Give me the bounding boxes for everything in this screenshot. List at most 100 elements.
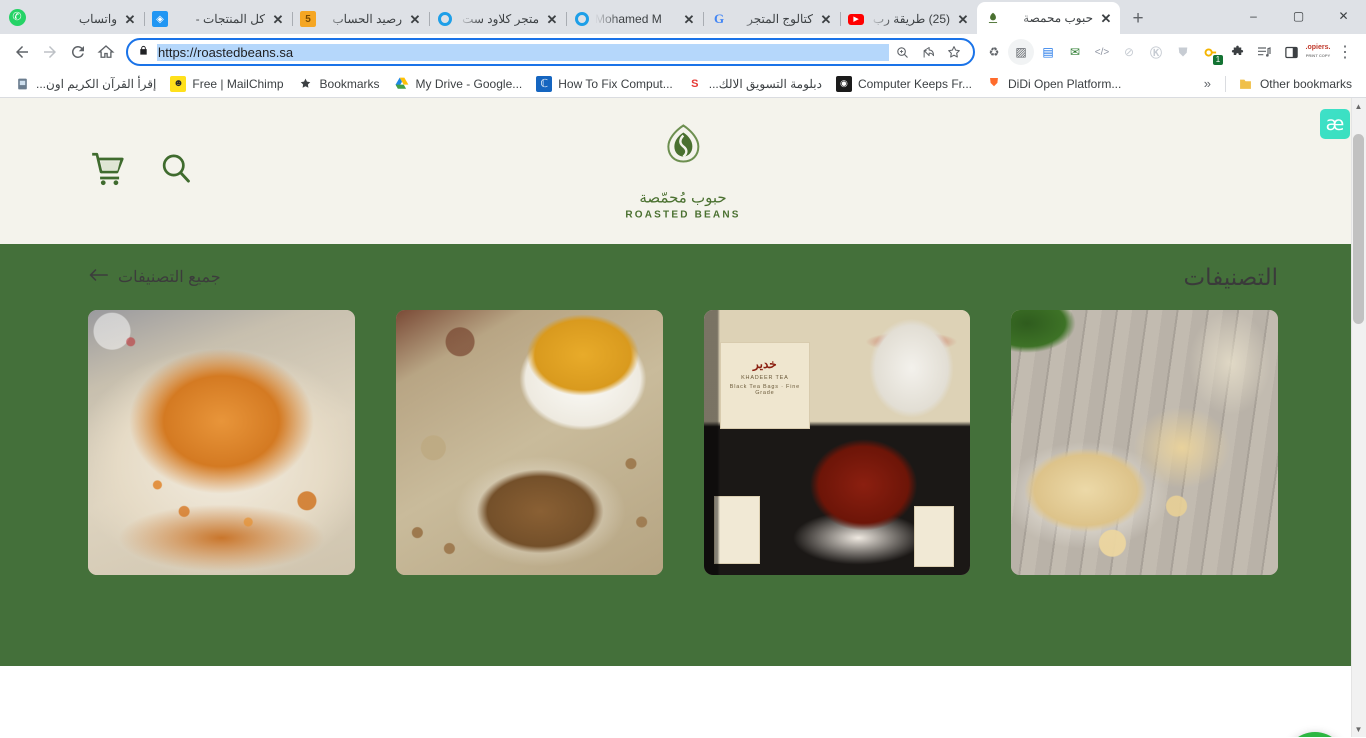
bookmark-how-to-fix[interactable]: ℂ How To Fix Comput... [530,73,678,95]
address-bar[interactable]: https://roastedbeans.sa [126,38,975,66]
khadeer-tea-image: خدير KHADEER TEA Black Tea Bags · Fine G… [703,310,971,575]
page-scrollbar[interactable]: ▲ ▼ [1351,98,1366,737]
folder-icon [1238,76,1254,92]
arabic-coffee-beans-image [395,310,663,575]
bookmark-label: My Drive - Google... [415,76,523,91]
category-card-grid: خدير KHADEER TEA Black Tea Bags · Fine G… [88,310,1278,575]
bookmark-label: Free | MailChimp [192,76,284,91]
bookmarks-divider [1224,75,1226,92]
extension-badge-count: 1 [1213,55,1223,65]
tab-close-icon[interactable]: ✕ [407,11,423,27]
category-card[interactable]: خدير KHADEER TEA Black Tea Bags · Fine G… [703,310,971,575]
side-panel-icon[interactable] [1278,39,1304,65]
search-icon[interactable] [158,151,194,192]
logo-arabic-text: حبوب مُحمّصة [639,189,727,207]
copiers-profile-icon[interactable]: .opiers. PRINT COPY [1305,39,1331,65]
tab-close-icon[interactable]: ✕ [122,11,138,27]
code-extension-icon[interactable]: </> [1089,39,1115,65]
tab-label: Mohamed M [595,12,662,26]
bookmark-label: Computer Keeps Fr... [857,76,972,91]
tab-list: ✕ واتساب ✕ كل المنتجات - ◈ ✕ رصيد الحساب… [32,2,1231,34]
tab-close-icon[interactable]: ✕ [270,11,286,27]
new-tab-button[interactable]: + [1124,4,1152,32]
chrome-menu-icon[interactable]: ⋮ [1332,39,1358,65]
share-icon[interactable] [915,39,941,65]
playlist-icon[interactable] [1251,39,1277,65]
tab-close-icon[interactable]: ✕ [818,11,834,27]
scroll-up-arrow-icon[interactable]: ▲ [1351,98,1366,114]
bookmark-label: Bookmarks [319,76,380,91]
close-window-button[interactable]: ✕ [1321,0,1366,32]
other-bookmarks-button[interactable]: Other bookmarks [1232,73,1358,95]
whatsapp-chat-button[interactable] [1284,732,1346,737]
black-square-icon: ◉ [835,75,852,92]
tab-close-icon[interactable]: ✕ [681,11,697,27]
tab-youtube-video[interactable]: ✕ (25) طريقة رب ▶ [840,4,978,34]
tab-cloud-store[interactable]: ✕ متجر كلاود ست [429,4,567,34]
minimize-button[interactable]: – [1231,0,1276,32]
system-whatsapp-icon: ✆ [2,0,32,34]
blue-card-extension-icon[interactable]: ▤ [1035,39,1061,65]
bookmark-quran[interactable]: إقرأ القرآن الكريم اون... [8,73,162,95]
blue-ring-icon [437,11,453,27]
category-card[interactable] [88,310,355,575]
tab-close-icon[interactable]: ✕ [544,11,560,27]
back-button[interactable] [8,38,36,66]
tab-account-balance[interactable]: ✕ رصيد الحساب 5 [292,4,430,34]
tab-all-products[interactable]: ✕ كل المنتجات - ◈ [144,4,293,34]
bookmark-didi-open-platform[interactable]: ⛊ DiDi Open Platform... [980,73,1127,95]
lock-key-extension-icon[interactable]: 1 [1197,39,1223,65]
blue-ring-icon [574,11,590,27]
url-text[interactable]: https://roastedbeans.sa [157,43,889,61]
recycle-extension-icon[interactable]: ♻ [981,39,1007,65]
reload-button[interactable] [64,38,92,66]
google-drive-icon [394,76,410,92]
accessibility-badge-icon[interactable]: æ [1320,109,1350,139]
zoom-search-icon[interactable] [889,39,915,65]
tab-store-catalog[interactable]: ✕ كتالوج المتجر G [703,4,841,34]
page-title: التصنيفات [1183,263,1278,290]
tab-whatsapp[interactable]: ✕ واتساب [32,4,145,34]
blue-circle-icon: ℂ [536,75,553,92]
reading-mode-icon[interactable]: ▨ [1008,39,1034,65]
scrollbar-thumb[interactable] [1353,134,1364,324]
bookmark-computer-keeps[interactable]: ◉ Computer Keeps Fr... [830,73,978,95]
bookmarks-bar: إقرأ القرآن الكريم اون... ☻ Free | MailC… [0,70,1366,98]
scroll-down-arrow-icon[interactable]: ▼ [1351,721,1366,737]
category-card[interactable] [1011,310,1278,575]
shopping-cart-icon[interactable] [88,150,128,193]
bookmark-my-drive[interactable]: My Drive - Google... [388,73,529,95]
bookmarks-overflow-button[interactable]: » [1196,76,1219,91]
home-button[interactable] [92,38,120,66]
page-viewport: حبوب مُحمّصة ROASTED BEANS æ التصنيفات ج… [0,98,1366,737]
tab-label: متجر كلاود ست [462,12,539,26]
site-logo[interactable]: حبوب مُحمّصة ROASTED BEANS [625,122,740,221]
tab-roasted-beans[interactable]: ✕ حبوب محمصة [977,2,1120,34]
tea-brand-english: KHADEER TEA [741,374,789,381]
all-categories-link[interactable]: جميع التصنيفات [88,267,221,287]
google-g-icon: G [713,11,725,26]
maximize-button[interactable]: ▢ [1276,0,1321,32]
mailchimp-icon: ☻ [170,75,187,92]
tab-close-icon[interactable]: ✕ [1098,10,1114,26]
tab-close-icon[interactable]: ✕ [955,11,971,27]
header-action-icons [88,150,194,193]
tea-brand-arabic: خدير [753,356,777,371]
puzzle-extensions-icon[interactable] [1224,39,1250,65]
spiced-snack-bowl-image [88,310,355,575]
bookmark-marketing-diploma[interactable]: S دبلومة التسويق الالك... [681,73,828,95]
roasted-beans-leaf-icon [985,10,1001,26]
didi-shield-icon: ⛊ [989,77,999,89]
k-extension-icon[interactable]: Ⓚ [1143,39,1169,65]
shield-extension-icon[interactable]: ⛊ [1170,39,1196,65]
link-extension-icon[interactable]: ⊘ [1116,39,1142,65]
forward-button[interactable] [36,38,64,66]
whatsapp-icon: ✆ [8,8,26,26]
bookmark-bookmarks[interactable]: Bookmarks [292,73,386,95]
category-card[interactable] [395,310,663,575]
star-icon[interactable] [941,39,967,65]
bookmark-label: دبلومة التسويق الالك... [708,76,822,91]
tab-mohamed-m[interactable]: ✕ Mohamed M [566,4,704,34]
bookmark-mailchimp[interactable]: ☻ Free | MailChimp [164,73,289,95]
mail-extension-icon[interactable]: ✉ [1062,39,1088,65]
